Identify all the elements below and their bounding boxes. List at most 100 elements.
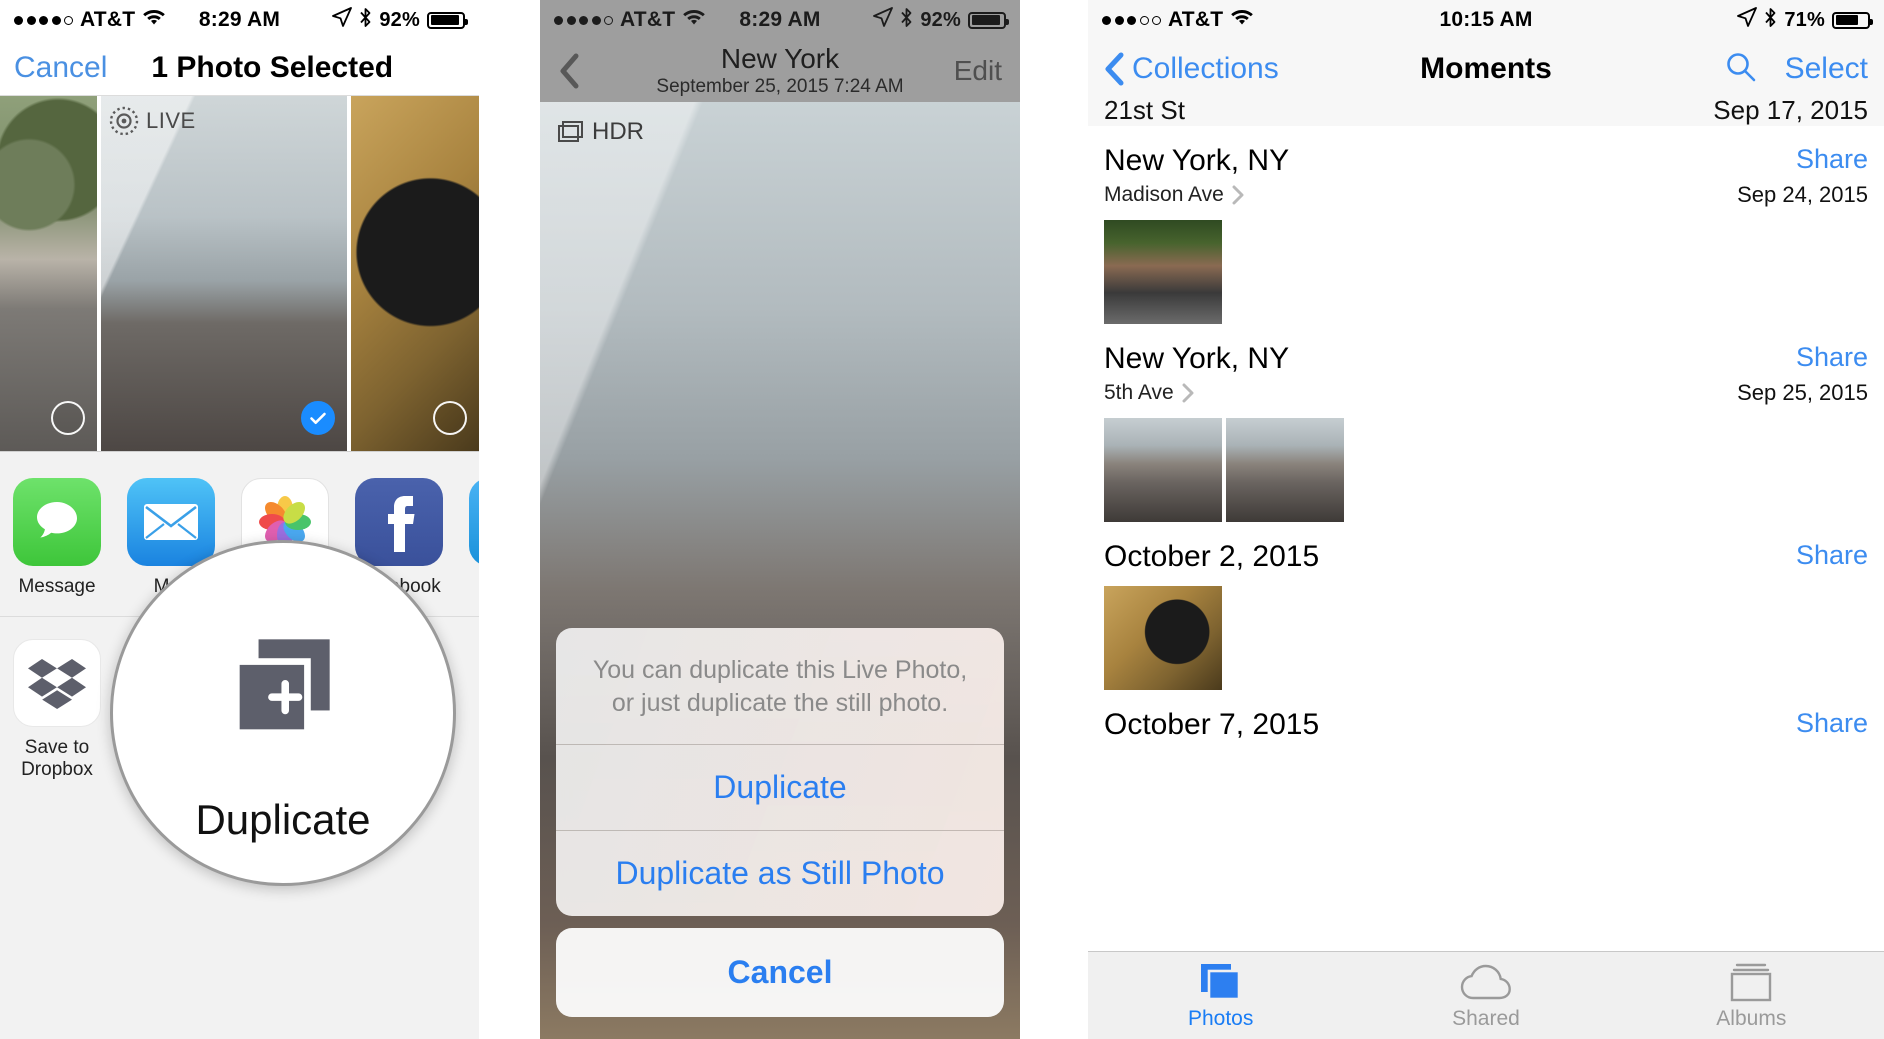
battery-percent: 71% xyxy=(1784,8,1825,31)
tab-label: Photos xyxy=(1187,1006,1254,1030)
photo-location-title: New York xyxy=(720,42,840,74)
moment-header[interactable]: October 2, 2015 Share xyxy=(1088,522,1884,574)
magnified-label: Duplicate xyxy=(195,796,371,843)
moment-thumb[interactable] xyxy=(1104,418,1222,522)
tab-photos[interactable]: Photos xyxy=(1088,961,1353,1031)
wifi-icon xyxy=(682,8,706,32)
share-button[interactable]: Share xyxy=(1796,540,1868,571)
status-left: AT&T xyxy=(1102,8,1254,32)
moment-header[interactable]: October 7, 2015 Share xyxy=(1088,690,1884,742)
photo-filmstrip: LIVE xyxy=(0,96,479,451)
cancel-button[interactable]: Cancel xyxy=(14,51,107,85)
live-badge-label: LIVE xyxy=(146,108,196,133)
panel-gap xyxy=(1020,0,1088,1039)
magnified-duplicate-tile[interactable] xyxy=(199,602,367,770)
bluetooth-icon xyxy=(1764,7,1777,34)
moment-header[interactable]: New York, NY 5th Ave Share Sep 25, 2015 xyxy=(1088,324,1884,406)
moment-meta: Share xyxy=(1796,708,1868,739)
page-title: 1 Photo Selected xyxy=(151,50,394,84)
twitter-icon xyxy=(469,478,479,566)
back-label: Collections xyxy=(1132,52,1279,85)
clipped-date: Sep 17, 2015 xyxy=(1713,98,1868,125)
chevron-left-icon xyxy=(1105,52,1124,86)
bluetooth-icon xyxy=(359,7,372,34)
albums-icon xyxy=(1619,961,1884,1003)
dropbox-icon xyxy=(13,638,101,727)
wifi-icon xyxy=(1230,8,1254,32)
battery-icon xyxy=(1832,11,1873,29)
action-save-to-dropbox[interactable]: Save to Dropbox xyxy=(0,638,114,781)
status-left: AT&T xyxy=(554,8,706,32)
duplicate-action-sheet: You can duplicate this Live Photo, or ju… xyxy=(556,628,1004,1017)
three-panel-screenshot: AT&T 8:29 AM 92% Cancel 1 Photo Selected xyxy=(0,0,1884,1039)
moment-title: October 2, 2015 xyxy=(1104,540,1320,573)
panel-moments-list: AT&T 10:15 AM 71% Collections Moments Se… xyxy=(1088,0,1884,1039)
moment-photo-grid xyxy=(1088,574,1884,690)
action-sheet-cancel[interactable]: Cancel xyxy=(556,928,1004,1017)
tab-shared[interactable]: Shared xyxy=(1353,961,1618,1031)
nav-actions: Select xyxy=(1725,51,1868,88)
location-arrow-icon xyxy=(1737,7,1758,33)
chevron-left-icon[interactable] xyxy=(558,53,582,89)
filmstrip-thumb[interactable] xyxy=(351,96,479,451)
battery-icon xyxy=(427,11,468,29)
moment-thumb[interactable] xyxy=(1104,220,1222,324)
status-bar-2: AT&T 8:29 AM 92% xyxy=(540,0,1020,40)
moment-section: October 7, 2015 Share xyxy=(1088,690,1884,742)
hdr-badge: HDR xyxy=(558,118,644,146)
edit-button[interactable]: Edit xyxy=(954,55,1002,87)
moment-date: Sep 24, 2015 xyxy=(1737,182,1868,207)
search-icon[interactable] xyxy=(1725,51,1757,88)
share-button[interactable]: Share xyxy=(1737,342,1868,373)
bluetooth-icon xyxy=(900,7,913,34)
status-right: 92% xyxy=(332,7,468,34)
panel-share-sheet: AT&T 8:29 AM 92% Cancel 1 Photo Selected xyxy=(0,0,479,1039)
carrier-label: AT&T xyxy=(620,8,676,31)
back-to-collections-button[interactable]: Collections xyxy=(1104,52,1279,86)
moment-row-clipped[interactable]: 21st St Sep 17, 2015 xyxy=(1088,98,1884,126)
share-button[interactable]: Share xyxy=(1796,708,1868,739)
tab-albums[interactable]: Albums xyxy=(1619,961,1884,1031)
action-sheet-duplicate-still[interactable]: Duplicate as Still Photo xyxy=(556,830,1004,916)
action-sheet-duplicate[interactable]: Duplicate xyxy=(556,744,1004,830)
filmstrip-thumb-selected[interactable]: LIVE xyxy=(101,96,347,451)
share-app-label: Message xyxy=(18,576,96,597)
photo-viewer[interactable]: HDR You can duplicate this Live Photo, o… xyxy=(540,102,1020,1039)
moment-thumb[interactable] xyxy=(1104,586,1222,690)
share-app-twitter[interactable]: Twitter xyxy=(456,478,479,598)
action-sheet-group: You can duplicate this Live Photo, or ju… xyxy=(556,628,1004,916)
moment-subtitle-row[interactable]: 5th Ave xyxy=(1104,381,1289,405)
tab-label: Albums xyxy=(1716,1006,1787,1030)
live-badge: LIVE xyxy=(109,106,196,136)
select-button[interactable]: Select xyxy=(1785,52,1868,86)
location-arrow-icon xyxy=(873,7,894,33)
status-left: AT&T xyxy=(14,8,166,32)
moment-thumb[interactable] xyxy=(1226,418,1344,522)
hdr-label: HDR xyxy=(592,118,644,145)
mail-icon xyxy=(127,478,215,566)
action-label: Save to Dropbox xyxy=(21,736,93,780)
share-app-label: Twitter xyxy=(456,576,479,598)
share-app-message[interactable]: Message xyxy=(0,478,114,598)
selection-check-icon[interactable] xyxy=(301,401,335,435)
filmstrip-thumb[interactable] xyxy=(0,96,97,451)
moment-meta: Share xyxy=(1796,540,1868,571)
chevron-right-icon xyxy=(1182,383,1194,403)
moment-section: New York, NY 5th Ave Share Sep 25, 2015 xyxy=(1088,324,1884,522)
moment-location: October 2, 2015 xyxy=(1104,540,1319,574)
moment-photo-grid xyxy=(1088,208,1884,324)
status-right: 92% xyxy=(873,7,1009,34)
nav-title-block: New York September 25, 2015 7:24 AM xyxy=(540,42,1020,98)
moment-date: Sep 25, 2015 xyxy=(1737,380,1868,405)
moment-meta: Share Sep 24, 2015 xyxy=(1737,144,1868,208)
moment-subtitle-row[interactable]: Madison Ave xyxy=(1104,183,1289,207)
message-icon xyxy=(13,478,101,566)
live-photo-icon xyxy=(109,106,139,136)
moment-header[interactable]: New York, NY Madison Ave Share Sep 24, 2… xyxy=(1088,126,1884,208)
selection-circle-icon[interactable] xyxy=(433,401,467,435)
share-button[interactable]: Share xyxy=(1737,144,1868,175)
facebook-icon xyxy=(355,478,443,566)
selection-circle-icon[interactable] xyxy=(51,401,85,435)
moments-scroll-list[interactable]: 21st St Sep 17, 2015 New York, NY Madiso… xyxy=(1088,98,1884,951)
carrier-label: AT&T xyxy=(1168,8,1224,31)
